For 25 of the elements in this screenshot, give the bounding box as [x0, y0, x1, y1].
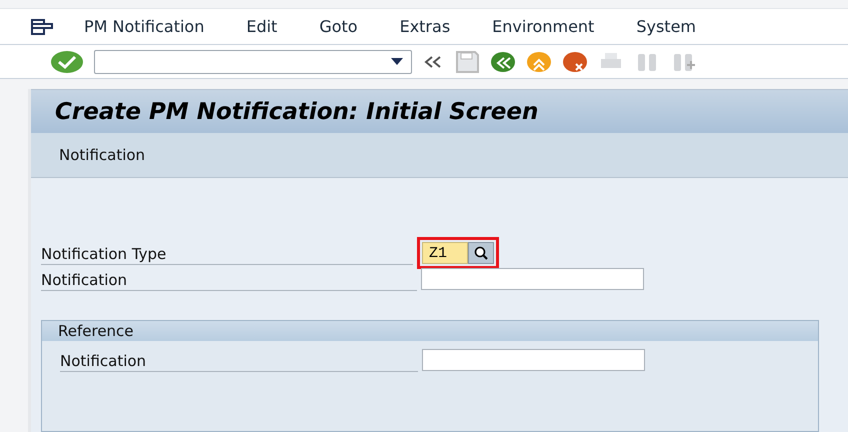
- field-label: Notification: [41, 271, 418, 291]
- exit-icon[interactable]: [526, 50, 552, 74]
- cancel-icon[interactable]: [562, 50, 588, 74]
- menu-item[interactable]: System: [636, 17, 696, 36]
- input-field[interactable]: Z1: [422, 242, 468, 264]
- group-title: Reference: [42, 321, 818, 341]
- menu-item[interactable]: Edit: [246, 17, 278, 36]
- menu-item[interactable]: PM Notification: [84, 17, 204, 36]
- input-field[interactable]: [421, 268, 644, 290]
- menu-item[interactable]: Goto: [319, 17, 358, 36]
- check-icon[interactable]: [50, 50, 84, 74]
- menu-item[interactable]: Extras: [400, 17, 450, 36]
- save-icon[interactable]: [454, 50, 480, 74]
- search-icon: [473, 246, 489, 260]
- field-label: Notification Type: [41, 245, 413, 265]
- input-field[interactable]: [422, 349, 645, 371]
- search-help-button[interactable]: [468, 242, 494, 264]
- menu-icon[interactable]: [30, 18, 54, 36]
- field-label: Notification: [60, 352, 418, 372]
- command-field[interactable]: [94, 50, 412, 74]
- menu-item[interactable]: Environment: [492, 17, 594, 36]
- dropdown-icon: [391, 58, 403, 66]
- back-icon[interactable]: [490, 50, 516, 74]
- screen-title: Create PM Notification: Initial Screen: [55, 98, 538, 124]
- toolbar-button[interactable]: Notification: [59, 146, 146, 164]
